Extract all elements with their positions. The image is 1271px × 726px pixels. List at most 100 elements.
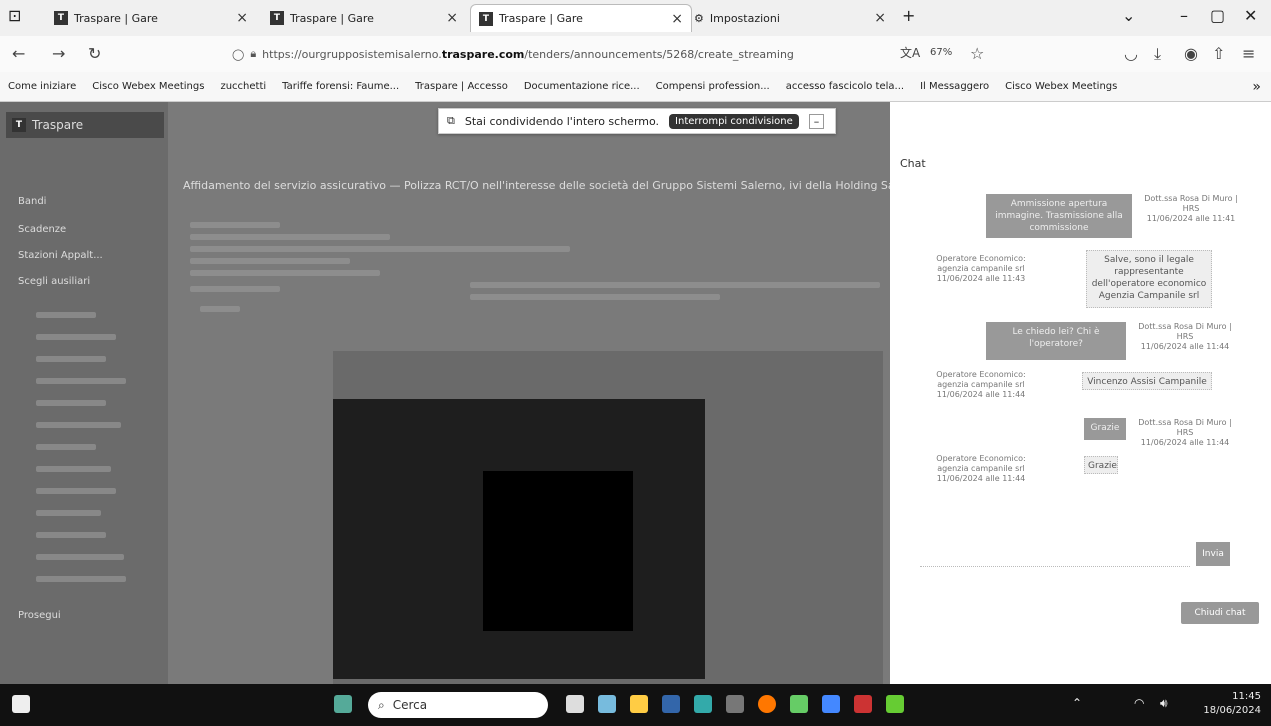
account-icon[interactable]: ◉ [1184, 44, 1198, 63]
content-placeholder [190, 222, 280, 228]
tab-impostazioni[interactable]: ⚙ Impostazioni × [686, 4, 894, 32]
screen-share-icon: ⧉ [447, 114, 455, 127]
sidebar-item-stazioni[interactable]: Stazioni Appalt... [18, 250, 103, 261]
more-bookmarks-icon[interactable]: » [1252, 79, 1271, 95]
close-icon[interactable]: × [874, 10, 886, 26]
chat-message-received: Salve, sono il legale rappresentante del… [1086, 250, 1212, 308]
widgets-icon[interactable] [12, 695, 30, 713]
shared-screen-dark-area [483, 471, 633, 631]
bookmark-item[interactable]: Traspare | Accesso [415, 81, 508, 92]
message-meta: Dott.ssa Rosa Di Muro | HRS 11/06/2024 a… [1136, 194, 1246, 224]
address-bar[interactable]: ◯ 🔒︎ https://ourgrupposistemisalerno.tra… [232, 43, 872, 65]
new-tab-button[interactable]: + [902, 6, 915, 25]
firefox-icon[interactable] [758, 695, 776, 713]
download-icon[interactable]: ⤓ [1154, 44, 1161, 64]
start-icon[interactable] [334, 695, 352, 713]
chat-message-received: Vincenzo Assisi Campanile [1082, 372, 1212, 390]
menu-icon[interactable]: ≡ [1242, 44, 1255, 63]
chat-message-sent: Le chiedo lei? Chi è l'operatore? [986, 322, 1126, 360]
traspare-favicon-icon: T [270, 11, 284, 25]
app-icon[interactable] [694, 695, 712, 713]
reload-icon[interactable]: ↻ [88, 44, 101, 63]
bookmark-item[interactable]: Il Messaggero [920, 81, 989, 92]
tab-traspare-1[interactable]: T Traspare | Gare × [46, 4, 256, 32]
url-host: traspare.com [441, 47, 525, 61]
app-icon[interactable] [726, 695, 744, 713]
sidebar-placeholder [36, 576, 126, 582]
close-chat-button[interactable]: Chiudi chat [1181, 602, 1259, 624]
sidebar-item-prosegui[interactable]: Prosegui [18, 610, 61, 621]
tab-label: Impostazioni [709, 11, 780, 25]
app-icon[interactable] [598, 695, 616, 713]
task-view-icon[interactable] [566, 695, 584, 713]
screen-sharing-banner: ⧉ Stai condividendo l'intero schermo. In… [438, 108, 836, 134]
minimize-button[interactable]: – [1180, 6, 1188, 25]
search-placeholder: Cerca [392, 698, 428, 712]
tab-label: Traspare | Gare [499, 12, 583, 25]
bookmark-star-icon[interactable]: ☆ [970, 44, 984, 63]
bookmark-item[interactable]: Tariffe forensi: Faume... [282, 81, 399, 92]
sidebar-placeholder [36, 488, 116, 494]
message-sender: Dott.ssa Rosa Di Muro | HRS [1138, 418, 1232, 437]
message-time: 11/06/2024 alle 11:43 [936, 274, 1026, 283]
back-arrow-icon[interactable]: ← [12, 44, 25, 63]
word-icon[interactable] [662, 695, 680, 713]
content-placeholder [190, 246, 570, 252]
sidebar-placeholder [36, 400, 106, 406]
chat-message-sent: Ammissione apertura immagine. Trasmissio… [986, 194, 1132, 238]
chat-panel: Chat Ammissione apertura immagine. Trasm… [890, 102, 1271, 684]
zoom-level[interactable]: 67% [930, 47, 952, 58]
sidebar-item-scadenze[interactable]: Scadenze [18, 224, 66, 235]
translate-icon[interactable]: 文A [900, 44, 920, 61]
sidebar-placeholder [36, 466, 111, 472]
bookmark-item[interactable]: zucchetti [220, 81, 266, 92]
windows-taskbar: ⌕ Cerca ⌃ ◠ 🔊︎ 11:45 18/06/2024 [0, 684, 1271, 726]
stop-sharing-button[interactable]: Interrompi condivisione [669, 113, 799, 129]
forward-arrow-icon[interactable]: → [52, 44, 65, 63]
message-time: 11/06/2024 alle 11:44 [1140, 342, 1230, 351]
chevron-up-icon[interactable]: ⌃ [1072, 696, 1082, 710]
minimize-banner-button[interactable]: – [808, 113, 825, 129]
bookmark-item[interactable]: accesso fascicolo tela... [786, 81, 904, 92]
message-sender: Dott.ssa Rosa Di Muro | HRS [1138, 322, 1232, 341]
close-icon[interactable]: × [236, 10, 248, 26]
bookmark-item[interactable]: Compensi profession... [656, 81, 770, 92]
traspare-favicon-icon: T [54, 11, 68, 25]
app-icon[interactable] [886, 695, 904, 713]
share-icon[interactable]: ⇧ [1212, 44, 1225, 63]
message-time: 11/06/2024 alle 11:44 [936, 474, 1026, 483]
app-brand[interactable]: T Traspare [6, 112, 164, 138]
speaker-icon[interactable]: 🔊︎ [1160, 696, 1168, 711]
chevron-down-icon[interactable]: ⌄ [1122, 6, 1135, 25]
chat-message-input[interactable] [920, 540, 1190, 567]
wifi-icon[interactable]: ◠ [1134, 696, 1144, 710]
message-meta: Dott.ssa Rosa Di Muro | HRS 11/06/2024 a… [1130, 322, 1240, 352]
sidebar-item-bandi[interactable]: Bandi [18, 196, 46, 207]
taskbar-clock[interactable]: 11:45 18/06/2024 [1203, 690, 1261, 718]
app-icon[interactable] [790, 695, 808, 713]
tab-traspare-3[interactable]: T Traspare | Gare × [470, 4, 692, 32]
message-meta: Operatore Economico: agenzia campanile s… [926, 370, 1036, 400]
bookmark-item[interactable]: Documentazione rice... [524, 81, 640, 92]
acrobat-icon[interactable] [854, 695, 872, 713]
content-placeholder [190, 258, 350, 264]
tab-traspare-2[interactable]: T Traspare | Gare × [262, 4, 466, 32]
file-explorer-icon[interactable] [630, 695, 648, 713]
tab-list-icon[interactable]: ⊡ [8, 6, 21, 25]
tab-label: Traspare | Gare [74, 11, 158, 25]
close-icon[interactable]: × [446, 10, 458, 26]
sidebar-item-ausiliari[interactable]: Scegli ausiliari [18, 276, 90, 287]
send-button[interactable]: Invia [1196, 542, 1230, 566]
window-close-button[interactable]: ✕ [1244, 6, 1257, 25]
message-sender: Operatore Economico: agenzia campanile s… [936, 370, 1026, 389]
close-icon[interactable]: × [671, 11, 683, 27]
pocket-icon[interactable]: ◡ [1124, 44, 1138, 63]
chat-message-sent: Grazie [1084, 418, 1126, 440]
taskbar-search[interactable]: ⌕ Cerca [368, 692, 548, 718]
brand-label: Traspare [32, 118, 84, 132]
maximize-button[interactable]: ▢ [1210, 6, 1225, 25]
bookmark-item[interactable]: Cisco Webex Meetings [1005, 81, 1117, 92]
edge-icon[interactable] [822, 695, 840, 713]
bookmark-item[interactable]: Cisco Webex Meetings [92, 81, 204, 92]
bookmark-item[interactable]: Come iniziare [8, 81, 76, 92]
